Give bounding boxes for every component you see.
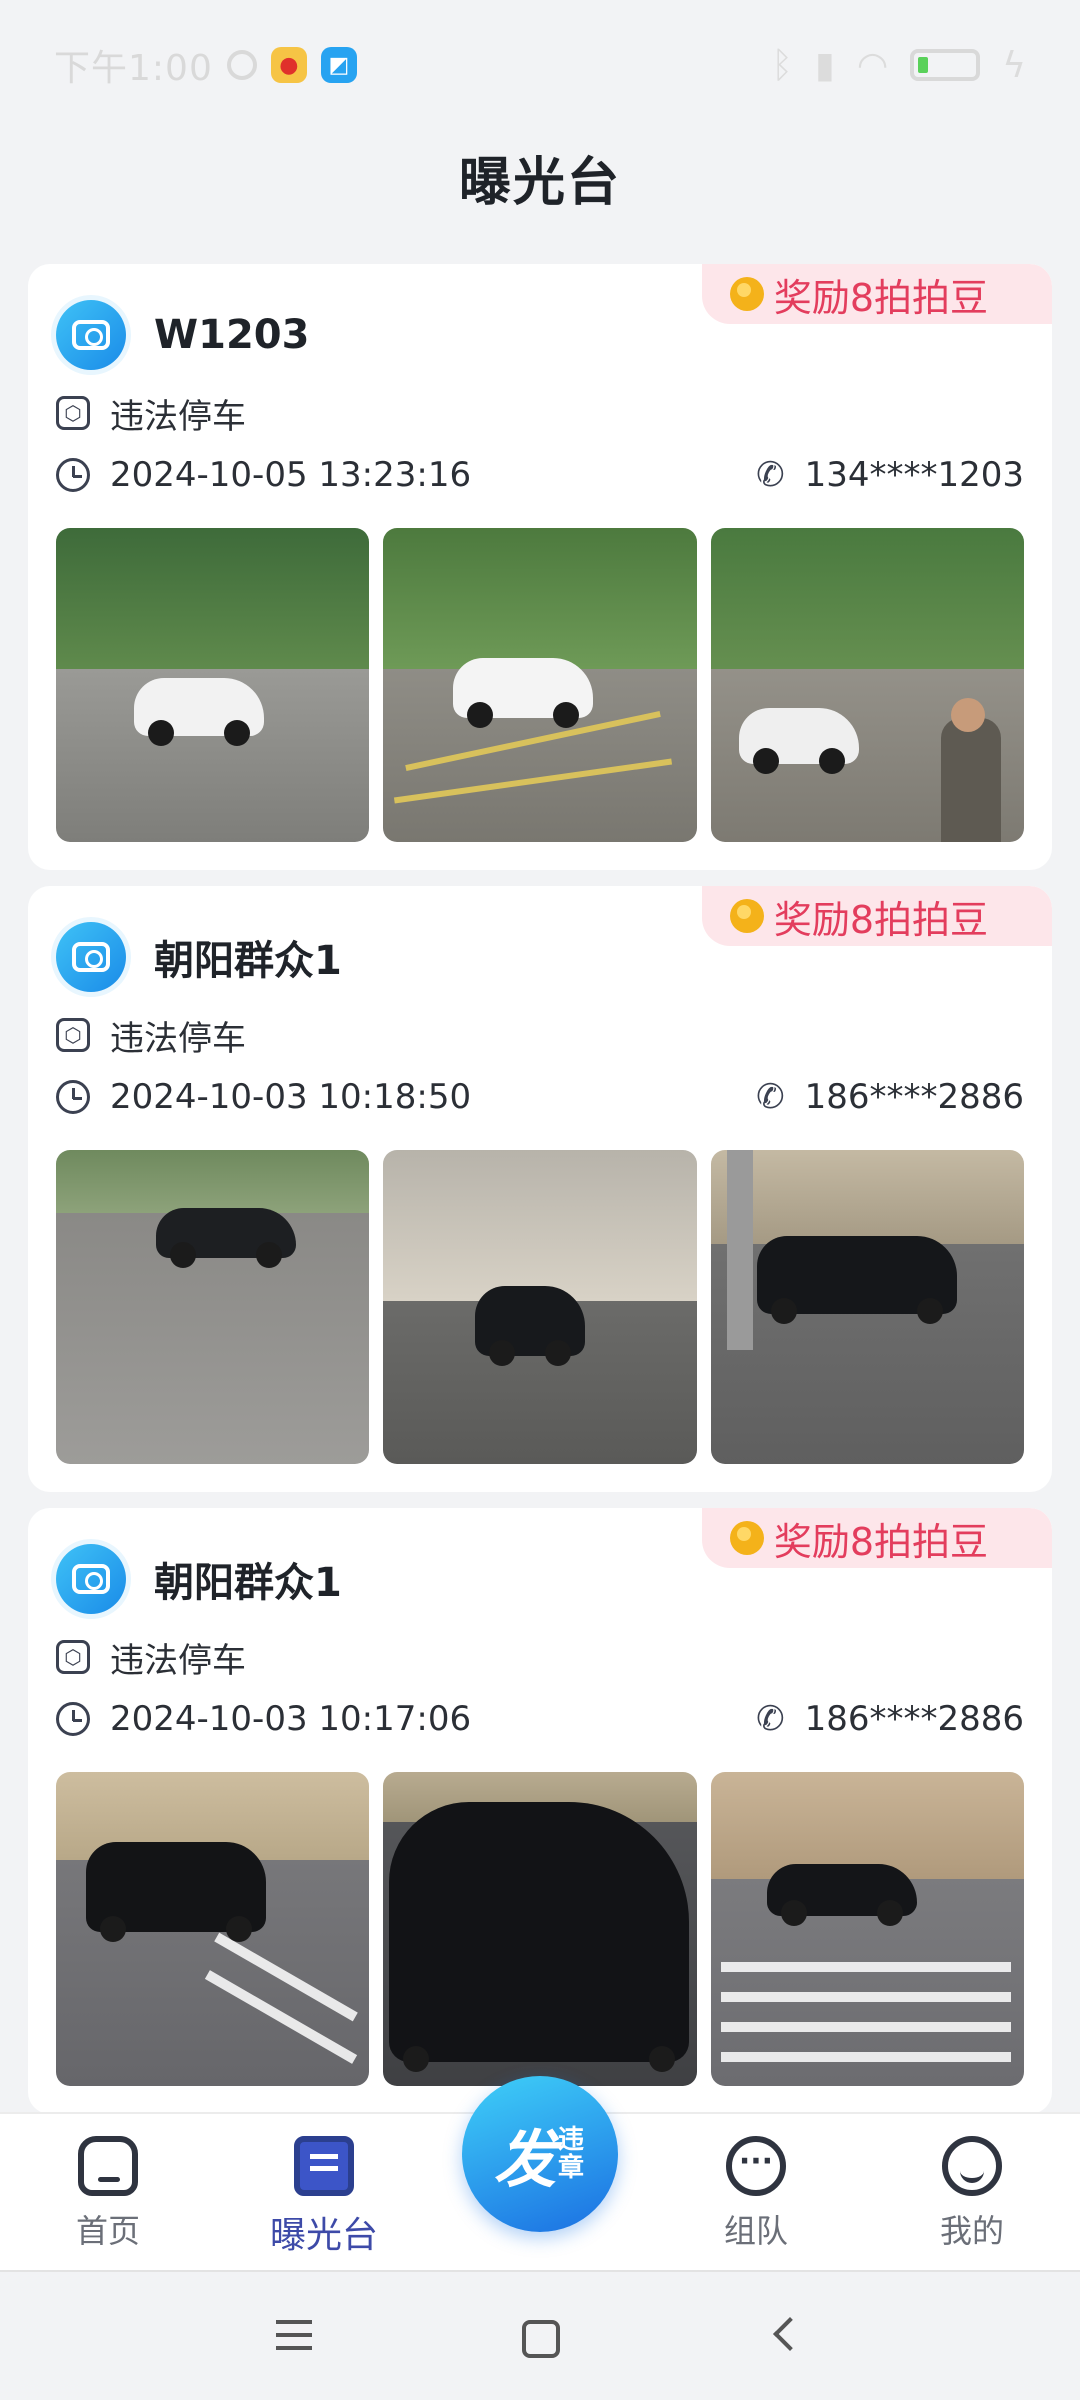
evidence-photo[interactable] — [383, 1772, 697, 2086]
tab-label: 组队 — [723, 2212, 788, 2250]
photo-grid — [56, 1772, 1024, 2086]
app-notification-icon: ◩ — [320, 47, 357, 83]
evidence-photo[interactable] — [710, 528, 1024, 842]
tab-team[interactable]: 组队 — [676, 2136, 836, 2252]
tab-mine[interactable]: 我的 — [892, 2136, 1052, 2252]
violation-type: 违法停车 — [110, 1640, 246, 1681]
tab-home[interactable]: 首页 — [28, 2136, 188, 2252]
cube-icon: ⬡ — [56, 396, 90, 430]
fab-main-label: 发 — [493, 2123, 556, 2196]
violation-type: 违法停车 — [110, 396, 246, 437]
phone-contact[interactable]: ✆ 186****2886 — [756, 1077, 1024, 1117]
status-right: ᛒ ▮ ◠ ϟ — [771, 45, 1026, 86]
evidence-photo[interactable] — [56, 1150, 370, 1464]
page-title: 曝光台 — [458, 153, 621, 213]
violation-row: ⬡ 违法停车 — [56, 1626, 1024, 1688]
report-time: 2024-10-05 13:23:16 — [110, 455, 472, 495]
wifi-icon: ◠ — [856, 44, 889, 86]
weibo-icon: ● — [270, 47, 307, 83]
reward-text: 奖励8拍拍豆 — [773, 275, 988, 320]
phone-number: 134****1203 — [804, 455, 1024, 495]
avatar[interactable] — [56, 922, 126, 992]
status-left: 下午1:00 ● ◩ — [54, 39, 357, 91]
report-time: 2024-10-03 10:17:06 — [110, 1699, 472, 1739]
reward-badge: 奖励8拍拍豆 — [701, 886, 1052, 946]
tab-label: 曝光台 — [269, 2215, 378, 2256]
battery-icon — [910, 49, 981, 81]
phone-icon: ✆ — [756, 455, 785, 495]
chat-bubble-icon — [726, 2136, 786, 2196]
camera-icon — [72, 942, 110, 972]
tab-label: 首页 — [75, 2212, 140, 2250]
tab-label: 我的 — [939, 2212, 1004, 2250]
evidence-photo[interactable] — [56, 1772, 370, 2086]
photo-grid — [56, 1150, 1024, 1464]
exposure-board-icon — [294, 2136, 354, 2196]
evidence-photo[interactable] — [383, 1150, 697, 1464]
bean-icon — [729, 1521, 764, 1555]
home-icon — [78, 2136, 138, 2196]
bluetooth-icon: ᛒ — [771, 44, 794, 86]
back-icon[interactable] — [760, 2306, 820, 2366]
evidence-photo[interactable] — [710, 1150, 1024, 1464]
violation-row: ⬡ 违法停车 — [56, 382, 1024, 444]
avatar[interactable] — [56, 300, 126, 370]
clock-icon — [56, 458, 90, 492]
avatar[interactable] — [56, 1544, 126, 1614]
bean-icon — [729, 277, 764, 311]
username: 朝阳群众1 — [154, 938, 342, 984]
time-row: 2024-10-05 13:23:16 ✆ 134****1203 — [56, 444, 1024, 506]
report-time: 2024-10-03 10:18:50 — [110, 1077, 472, 1117]
phone-number: 186****2886 — [804, 1077, 1024, 1117]
evidence-photo[interactable] — [56, 528, 370, 842]
report-card[interactable]: 奖励8拍拍豆 朝阳群众1 ⬡ 违法停车 2024-10-03 10:17:06 … — [28, 1508, 1052, 2114]
reward-badge: 奖励8拍拍豆 — [701, 1508, 1052, 1568]
system-nav-bar — [0, 2270, 1080, 2400]
evidence-photo[interactable] — [383, 528, 697, 842]
post-violation-button[interactable]: 发 违章 — [462, 2076, 618, 2232]
camera-icon — [72, 1564, 110, 1594]
phone-number: 186****2886 — [804, 1699, 1024, 1739]
home-square-icon[interactable] — [508, 2306, 568, 2366]
alarm-icon — [226, 50, 257, 80]
status-bar: 下午1:00 ● ◩ ᛒ ▮ ◠ ϟ — [0, 0, 1080, 130]
phone-contact[interactable]: ✆ 134****1203 — [756, 455, 1024, 495]
smile-icon — [942, 2136, 1002, 2196]
bean-icon — [729, 899, 764, 933]
camera-icon — [72, 320, 110, 350]
report-card[interactable]: 奖励8拍拍豆 W1203 ⬡ 违法停车 2024-10-05 13:23:16 … — [28, 264, 1052, 870]
reward-text: 奖励8拍拍豆 — [773, 1519, 988, 1564]
cube-icon: ⬡ — [56, 1018, 90, 1052]
evidence-photo[interactable] — [710, 1772, 1024, 2086]
photo-grid — [56, 528, 1024, 842]
report-card[interactable]: 奖励8拍拍豆 朝阳群众1 ⬡ 违法停车 2024-10-03 10:18:50 … — [28, 886, 1052, 1492]
username: 朝阳群众1 — [154, 1560, 342, 1606]
clock-icon — [56, 1702, 90, 1736]
violation-row: ⬡ 违法停车 — [56, 1004, 1024, 1066]
charging-icon: ϟ — [1002, 44, 1026, 86]
fab-sub-label: 违章 — [558, 2125, 585, 2183]
recents-menu-icon[interactable] — [266, 2306, 326, 2366]
status-time: 下午1:00 — [54, 48, 213, 89]
tab-exposure[interactable]: 曝光台 — [244, 2136, 404, 2258]
phone-icon: ✆ — [756, 1699, 785, 1739]
phone-icon: ✆ — [756, 1077, 785, 1117]
cube-icon: ⬡ — [56, 1640, 90, 1674]
phone-contact[interactable]: ✆ 186****2886 — [756, 1699, 1024, 1739]
time-row: 2024-10-03 10:17:06 ✆ 186****2886 — [56, 1688, 1024, 1750]
report-feed[interactable]: 奖励8拍拍豆 W1203 ⬡ 违法停车 2024-10-05 13:23:16 … — [28, 264, 1052, 2130]
reward-badge: 奖励8拍拍豆 — [701, 264, 1052, 324]
reward-text: 奖励8拍拍豆 — [773, 897, 988, 942]
time-row: 2024-10-03 10:18:50 ✆ 186****2886 — [56, 1066, 1024, 1128]
signal-icon: ▮ — [815, 44, 835, 86]
username: W1203 — [154, 312, 310, 358]
violation-type: 违法停车 — [110, 1018, 246, 1059]
clock-icon — [56, 1080, 90, 1114]
